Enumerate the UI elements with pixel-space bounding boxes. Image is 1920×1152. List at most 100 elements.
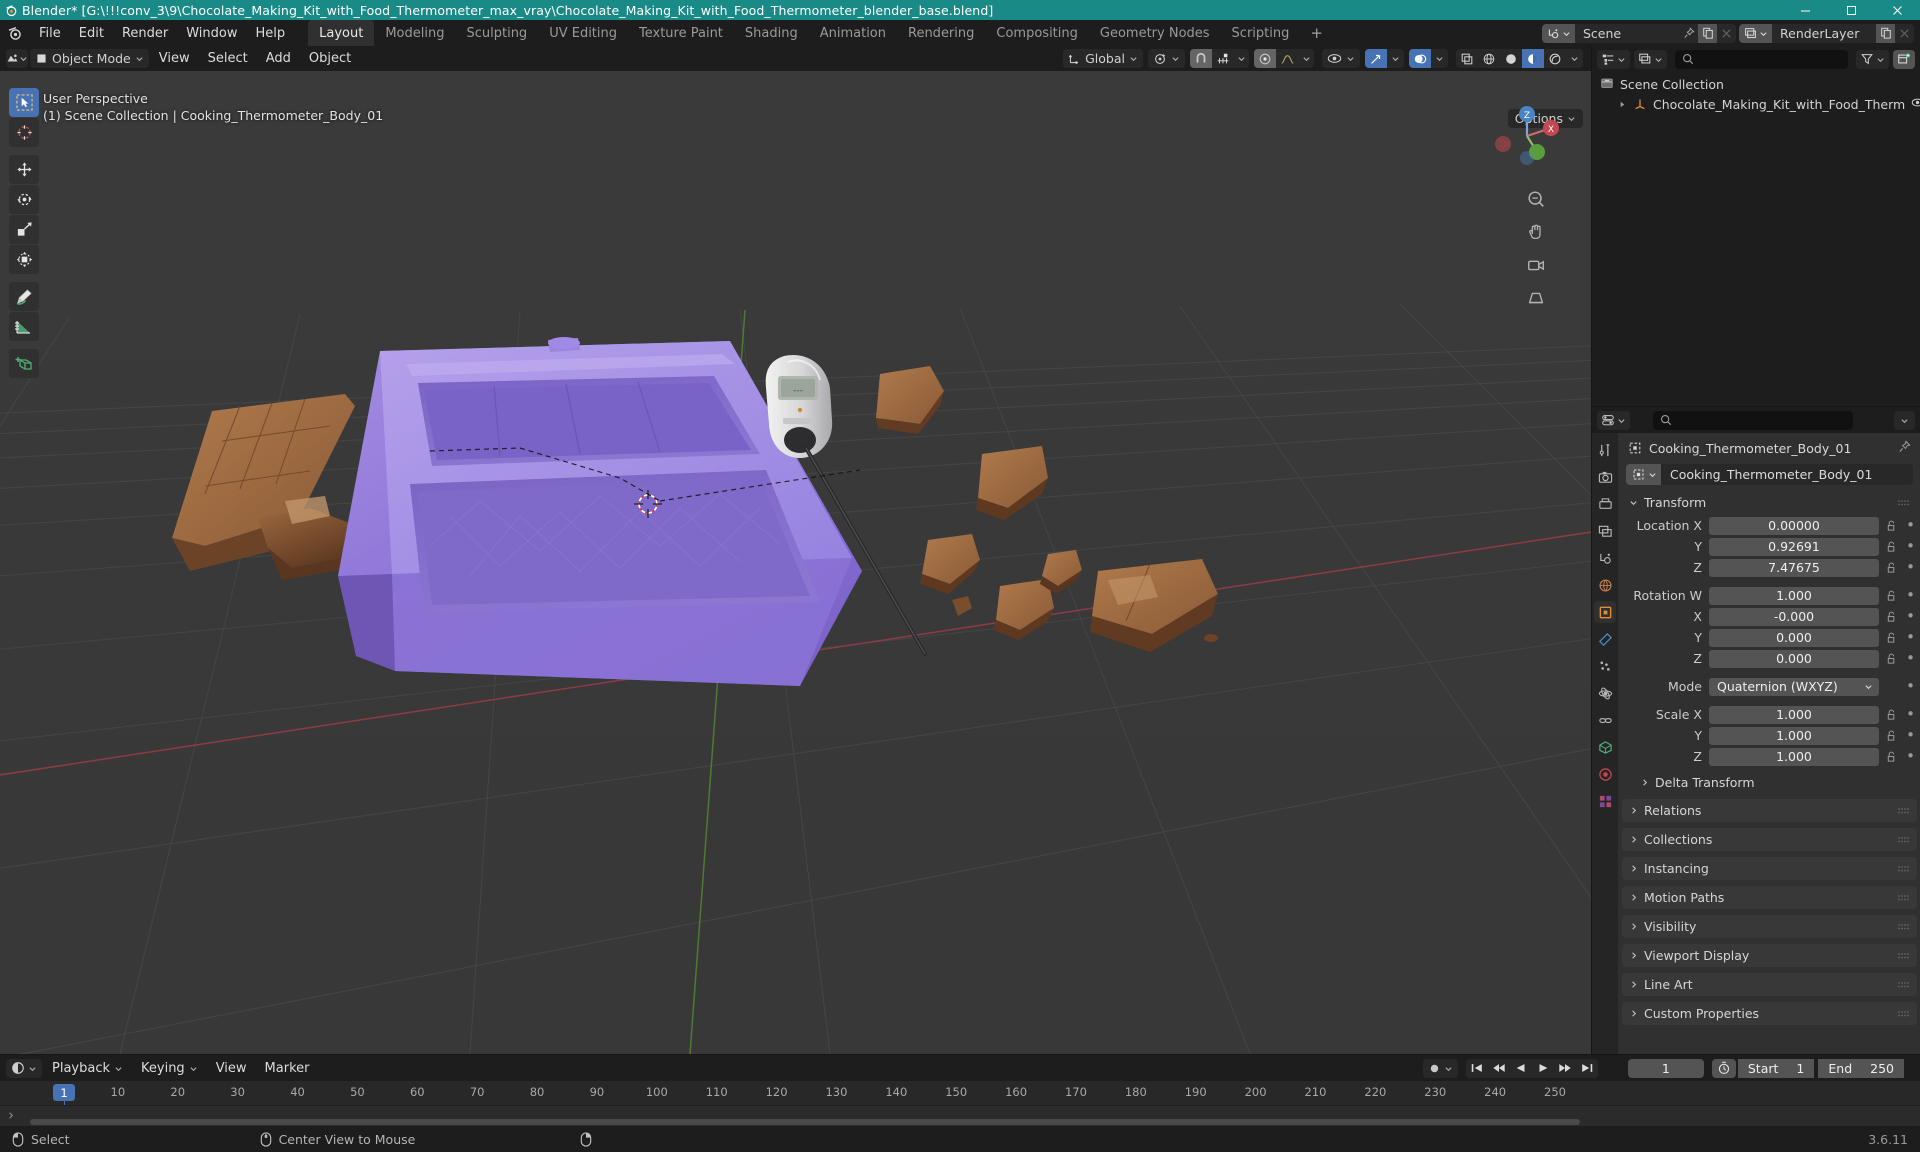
scene-selector[interactable]: Scene [1542,23,1736,43]
lock-scale-x-icon[interactable] [1884,709,1899,721]
tab-object-icon[interactable] [1594,601,1616,623]
select-box-tool[interactable] [9,88,39,117]
rotation-y-value[interactable]: 0.000 [1709,628,1879,647]
move-tool[interactable] [9,155,39,184]
scale-z-value[interactable]: 1.000 [1709,747,1879,766]
frame-end-fields[interactable]: End 250 [1818,1058,1904,1078]
show-overlays-icon[interactable] [1409,49,1431,68]
snap-to-icon[interactable] [1212,49,1234,68]
hide-in-viewport-icon[interactable] [1911,96,1920,112]
tab-particles-icon[interactable] [1594,655,1616,677]
wireframe-shading-icon[interactable] [1478,49,1500,68]
expand-triangle-icon[interactable] [1618,100,1627,109]
rotation-x-value[interactable]: -0.000 [1709,607,1879,626]
panel-header-transform[interactable]: Transform [1622,491,1917,514]
location-z-value[interactable]: 7.47675 [1709,558,1879,577]
close-icon[interactable] [1874,0,1920,20]
timeline-menu-marker[interactable]: Marker [257,1058,318,1078]
maximize-icon[interactable] [1828,0,1874,20]
timeline-editor[interactable]: Playback Keying View Marker 1 Start 1 En… [0,1054,1920,1127]
outliner-row-object[interactable]: Chocolate_Making_Kit_with_Food_Therm [1592,94,1920,114]
falloff-curve-icon[interactable] [1276,49,1299,68]
panel-header-delta-transform[interactable]: Delta Transform [1640,772,1917,793]
proportional-editing-icon[interactable] [1254,49,1276,68]
shading-mode-group[interactable] [1456,49,1583,68]
auto-keying-toggle[interactable] [1422,1058,1458,1078]
object-name-field[interactable]: Cooking_Thermometer_Body_01 [1626,464,1913,485]
lock-rotation-y-icon[interactable] [1884,632,1899,644]
play-reverse-button[interactable] [1510,1059,1532,1078]
animate-location-z-icon[interactable]: • [1904,560,1917,575]
tab-modifier-icon[interactable] [1594,628,1616,650]
workspace-tab-compositing[interactable]: Compositing [985,20,1089,46]
viewport-menu-view[interactable]: View [151,49,198,69]
new-view-layer-icon[interactable] [1876,23,1895,43]
snap-chevron-down-icon[interactable] [1234,49,1249,68]
transform-tool[interactable] [9,245,39,274]
tab-scene-icon[interactable] [1594,547,1616,569]
workspace-tab-animation[interactable]: Animation [809,20,897,46]
tab-texture-icon[interactable] [1594,790,1616,812]
animate-scale-z-icon[interactable]: • [1904,749,1917,764]
menu-file[interactable]: File [30,23,70,43]
location-x-value[interactable]: 0.00000 [1709,516,1879,535]
outliner-editor-type-icon[interactable] [1597,49,1630,69]
outliner-display-mode-icon[interactable] [1634,49,1667,69]
rotation-mode-select[interactable]: Quaternion (WXYZ) [1709,677,1879,696]
animate-location-y-icon[interactable]: • [1904,539,1917,554]
gizmo-group[interactable] [1365,49,1404,68]
jump-to-start-button[interactable] [1466,1059,1488,1078]
gizmo-chevron-down-icon[interactable] [1387,49,1404,68]
lock-location-z-icon[interactable] [1884,562,1899,574]
object-name-value[interactable]: Cooking_Thermometer_Body_01 [1661,464,1913,485]
animate-rotation-w-icon[interactable]: • [1904,588,1917,603]
cursor-tool[interactable] [9,118,39,147]
shading-chevron-down-icon[interactable] [1566,49,1583,68]
new-scene-icon[interactable] [1698,23,1717,43]
menu-window[interactable]: Window [177,23,246,43]
snap-magnet-icon[interactable] [1190,49,1212,68]
transform-orientation-selector[interactable]: Global [1063,49,1143,68]
viewport-menu-add[interactable]: Add [258,49,299,69]
outliner-search-input[interactable] [1675,49,1848,69]
current-frame-field[interactable]: 1 [1627,1058,1704,1078]
panel-header-visibility[interactable]: Visibility [1622,915,1917,938]
tab-data-icon[interactable] [1594,736,1616,758]
animate-rotation-y-icon[interactable]: • [1904,630,1917,645]
timeline-playhead[interactable]: 1 [52,1084,75,1101]
material-preview-shading-icon[interactable] [1522,49,1544,68]
workspace-tab-shading[interactable]: Shading [734,20,809,46]
minimize-icon[interactable] [1782,0,1828,20]
ortho-persp-icon[interactable] [1523,285,1549,311]
lock-rotation-w-icon[interactable] [1884,590,1899,602]
lock-location-x-icon[interactable] [1884,520,1899,532]
rendered-shading-icon[interactable] [1544,49,1566,68]
location-y-value[interactable]: 0.92691 [1709,537,1879,556]
add-workspace-button[interactable]: + [1300,20,1333,46]
view-layer-selector[interactable]: RenderLayer [1739,23,1914,43]
jump-to-previous-keyframe-button[interactable] [1488,1059,1510,1078]
panel-header-motion-paths[interactable]: Motion Paths [1622,886,1917,909]
scene-name[interactable]: Scene [1575,23,1679,43]
timeline-channel-area[interactable] [0,1105,1920,1127]
tab-render-icon[interactable] [1594,466,1616,488]
pan-icon[interactable] [1523,219,1549,245]
tab-tool-icon[interactable] [1594,439,1616,461]
timeline-menu-view[interactable]: View [208,1058,255,1078]
add-cube-tool[interactable] [9,349,39,378]
rotation-z-value[interactable]: 0.000 [1709,649,1879,668]
pivot-point-selector[interactable] [1148,49,1185,68]
panel-header-custom-properties[interactable]: Custom Properties [1622,1002,1917,1025]
panel-header-instancing[interactable]: Instancing [1622,857,1917,880]
viewport-menu-select[interactable]: Select [200,49,256,69]
snapping-group[interactable] [1190,49,1249,68]
panel-header-line-art[interactable]: Line Art [1622,973,1917,996]
animate-rotation-mode-icon[interactable]: • [1904,679,1917,694]
lock-scale-y-icon[interactable] [1884,730,1899,742]
panel-header-viewport-display[interactable]: Viewport Display [1622,944,1917,967]
workspace-tab-geometry-nodes[interactable]: Geometry Nodes [1089,20,1221,46]
tab-view-layer-icon[interactable] [1594,520,1616,542]
remove-view-layer-icon[interactable] [1895,23,1914,43]
workspace-tab-rendering[interactable]: Rendering [897,20,985,46]
zoom-icon[interactable] [1523,186,1549,212]
